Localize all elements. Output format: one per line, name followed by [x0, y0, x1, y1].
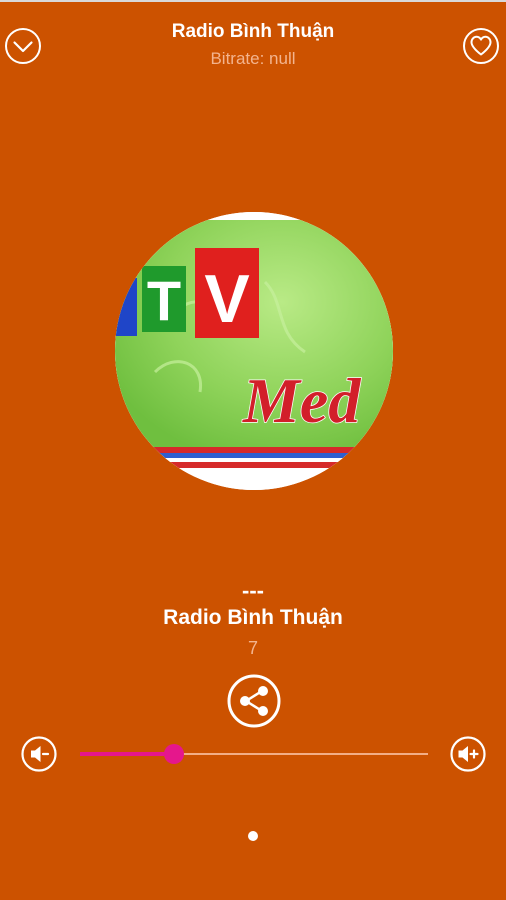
station-number: 7: [247, 638, 258, 658]
volume-slider[interactable]: [80, 743, 428, 765]
top-border: [0, 0, 506, 2]
share-icon: [227, 674, 281, 728]
volume-down-icon: [21, 736, 57, 772]
volume-up-icon: [450, 736, 486, 772]
station-name: Radio Bình Thuận: [163, 606, 343, 629]
share-button[interactable]: [226, 673, 282, 729]
volume-up-button[interactable]: [449, 735, 487, 773]
station-artwork: T V Med: [115, 212, 393, 490]
svg-text:V: V: [204, 261, 249, 337]
station-logo-image: T V Med: [115, 212, 393, 490]
station-title: Radio Bình Thuận: [171, 21, 335, 42]
svg-text:T: T: [147, 269, 181, 332]
track-title: ---: [242, 578, 264, 603]
heart-icon: [463, 28, 499, 64]
svg-text:Med: Med: [242, 365, 361, 436]
favorite-button[interactable]: [461, 26, 501, 66]
volume-fill: [80, 752, 174, 756]
bitrate-text: Bitrate: null: [210, 49, 296, 68]
volume-down-button[interactable]: [20, 735, 58, 773]
page-indicator-dot: [248, 831, 258, 841]
volume-thumb[interactable]: [163, 744, 184, 764]
